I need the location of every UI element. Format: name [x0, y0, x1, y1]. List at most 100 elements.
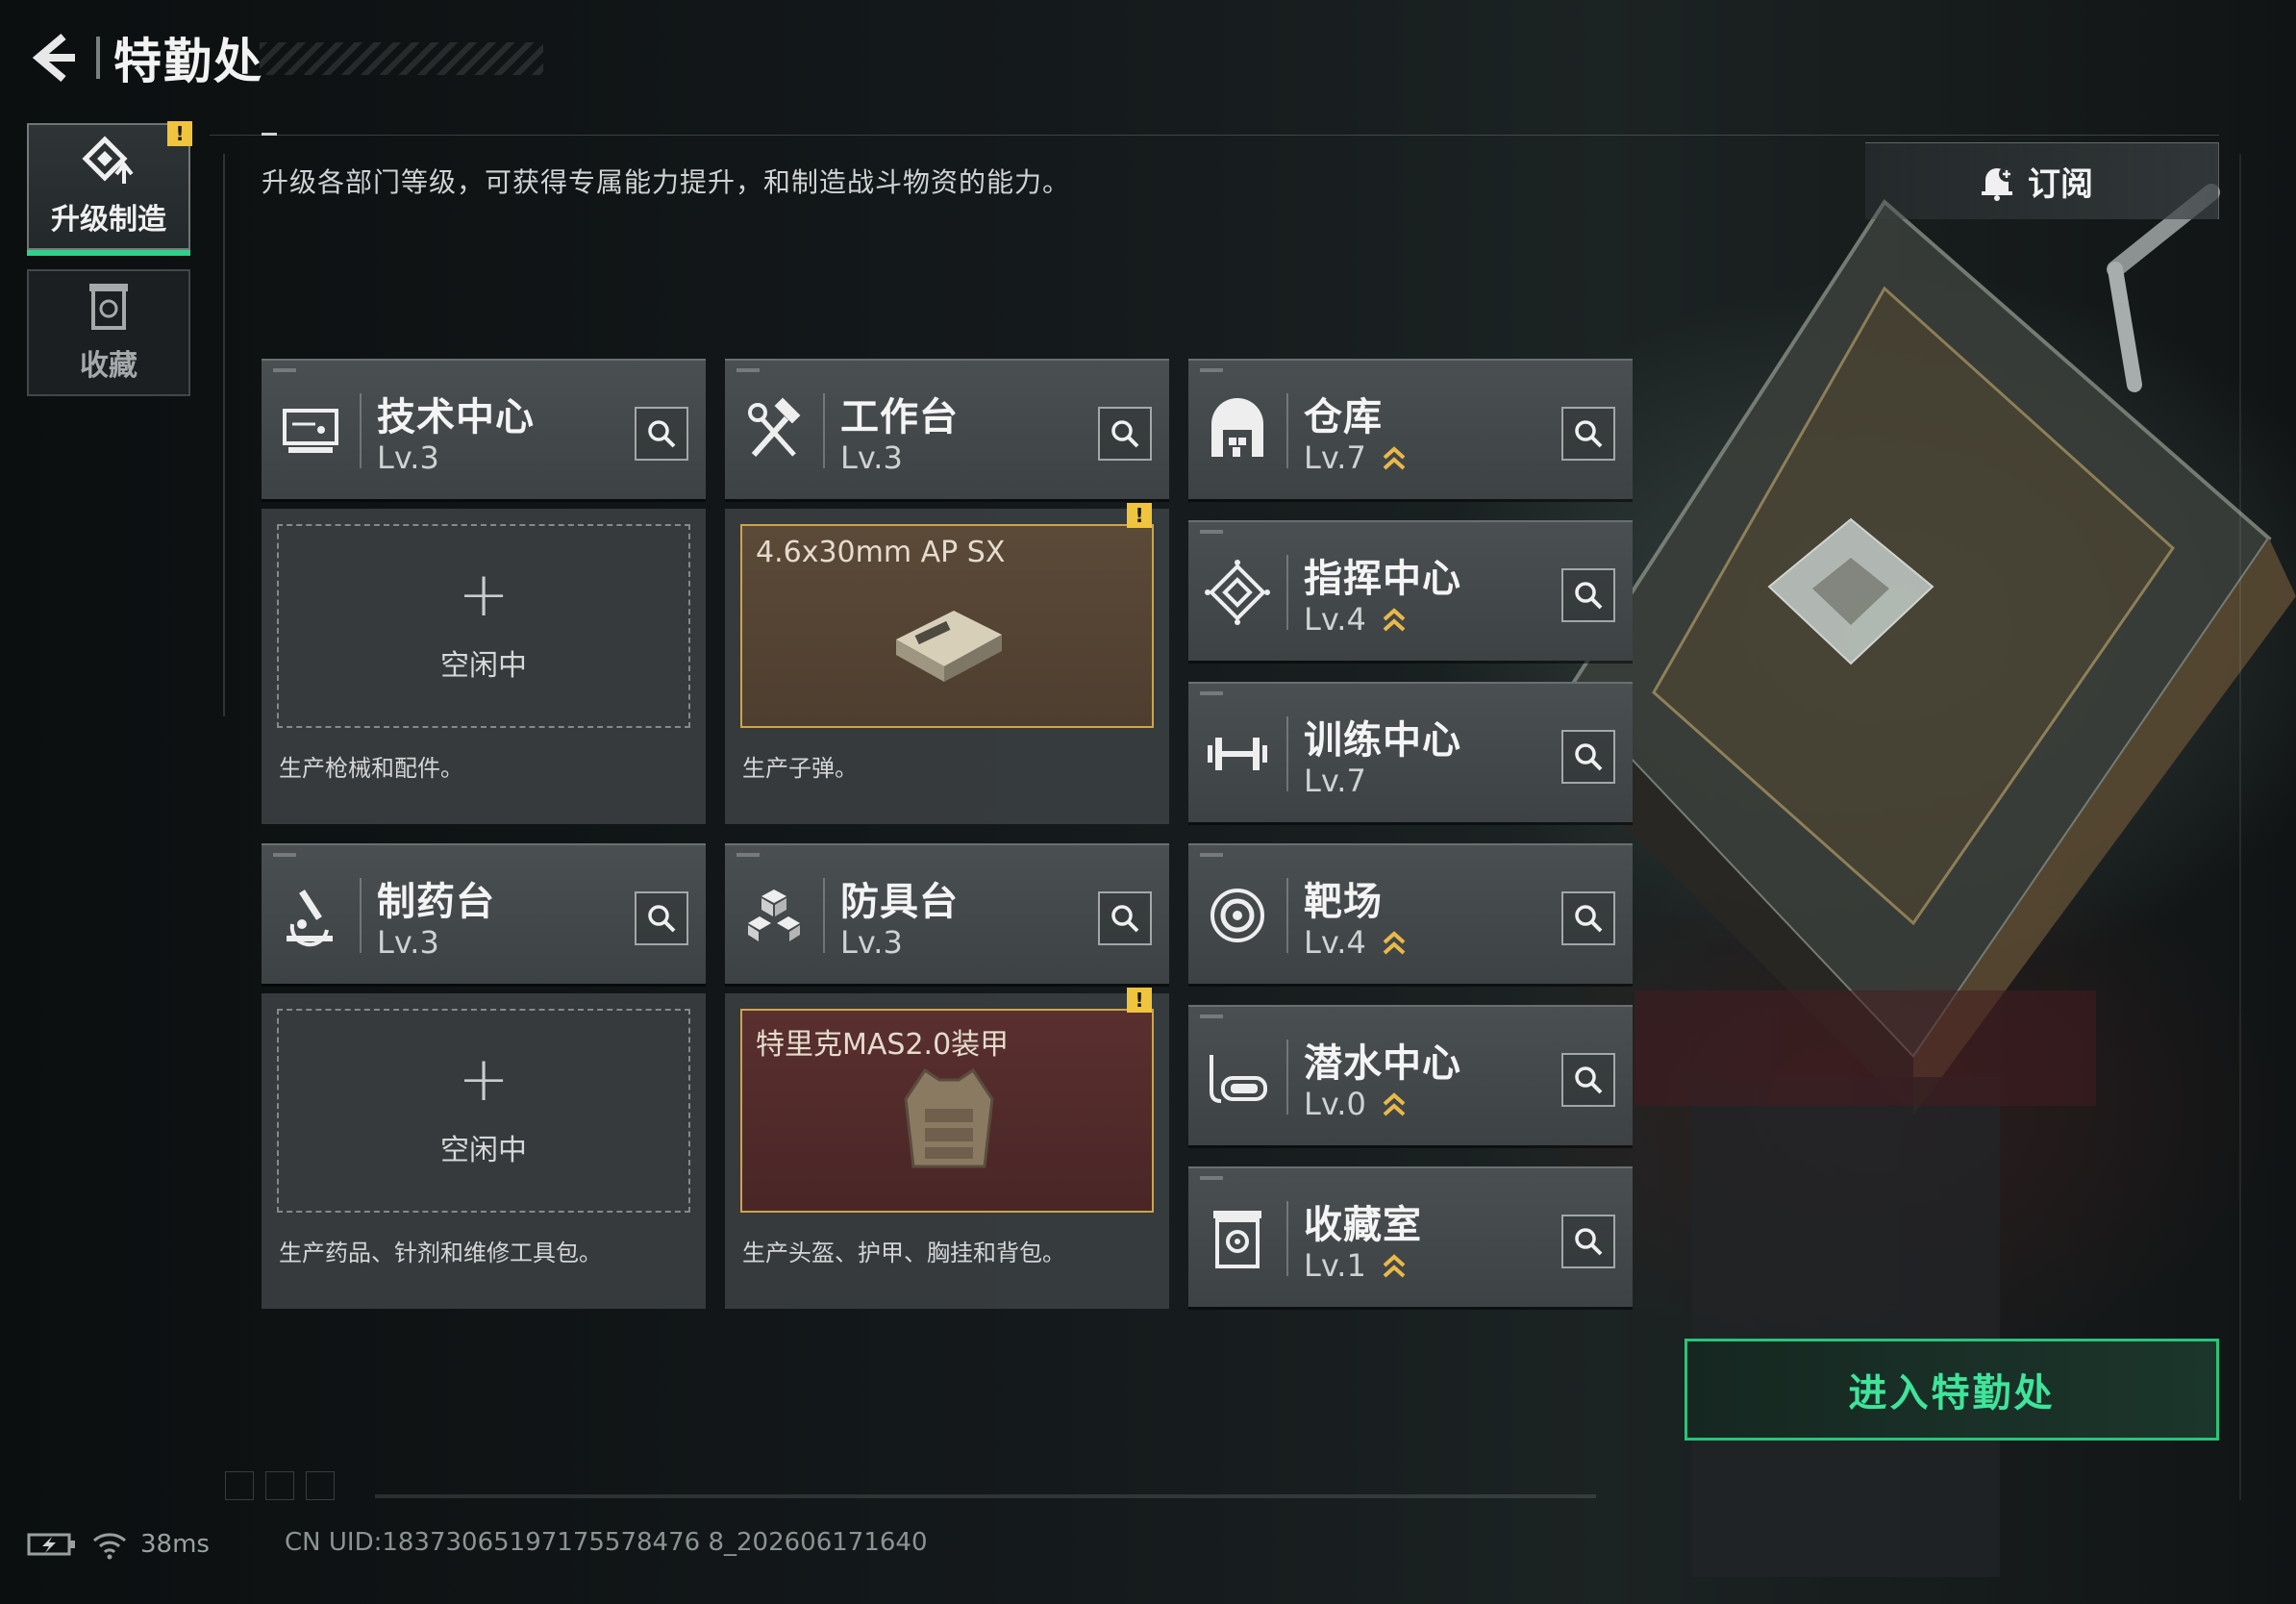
card-corner-mark: [273, 368, 296, 372]
target-icon: [1210, 889, 1264, 942]
facility-card-command-center[interactable]: 指挥中心 Lv.4: [1188, 520, 1633, 661]
card-corner-mark: [1200, 1176, 1223, 1180]
inspect-button[interactable]: [1098, 407, 1152, 461]
production-panel-tech-center: + 空闲中 生产枪械和配件。: [262, 509, 706, 824]
facility-level-row: Lv.4: [1304, 924, 1407, 961]
production-panel-workbench: 4.6x30mm AP SX ! 生产子弹。: [725, 503, 1169, 824]
facility-name: 防具台: [840, 880, 959, 924]
page-title: 特勤处: [113, 34, 263, 89]
facility-level: Lv.3: [840, 439, 903, 476]
cubes-icon: [748, 890, 800, 941]
search-icon: [1575, 582, 1603, 610]
inspect-button[interactable]: [635, 407, 688, 461]
production-slot-item[interactable]: 特里克MAS2.0装甲: [740, 1009, 1154, 1213]
inspect-button[interactable]: [1561, 1215, 1615, 1268]
production-panel-armor-bench: 特里克MAS2.0装甲 ! 生产头盔、护甲、胸挂和背包。: [725, 988, 1169, 1309]
facility-name: 训练中心: [1304, 718, 1461, 763]
facility-card-warehouse[interactable]: 仓库 Lv.7: [1188, 359, 1633, 499]
upgrade-arrows-icon: [1383, 446, 1406, 470]
enter-special-ops-button[interactable]: 进入特勤处: [1685, 1339, 2219, 1441]
facility-name: 指挥中心: [1304, 557, 1461, 601]
warning-badge: !: [1127, 988, 1152, 1013]
card-corner-mark: [1200, 530, 1223, 534]
page-description: 升级各部门等级，可获得专属能力提升，和制造战斗物资的能力。: [262, 166, 1071, 198]
production-slot-idle[interactable]: + 空闲中: [277, 1009, 690, 1213]
computer-icon: [283, 409, 338, 453]
facility-level-row: Lv.4: [1304, 601, 1407, 638]
subscribe-button[interactable]: 订阅: [1865, 142, 2219, 219]
facility-card-tech-center[interactable]: 技术中心 Lv.3: [262, 359, 706, 499]
production-slot-idle[interactable]: + 空闲中: [277, 524, 690, 728]
bell-plus-icon: [1982, 165, 2014, 201]
production-description: 生产子弹。: [742, 755, 858, 782]
facility-card-pharmacy[interactable]: 制药台 Lv.3: [262, 843, 706, 984]
card-divider: [823, 393, 825, 468]
facility-level: Lv.7: [1304, 439, 1366, 476]
inspect-button[interactable]: [1561, 891, 1615, 945]
facility-name: 仓库: [1304, 395, 1383, 439]
production-description: 生产头盔、护甲、胸挂和背包。: [742, 1240, 1065, 1266]
card-corner-mark: [273, 853, 296, 857]
facility-card-training-center[interactable]: 训练中心 Lv.7: [1188, 682, 1633, 822]
facility-level: Lv.3: [377, 439, 439, 476]
production-slot-item[interactable]: 4.6x30mm AP SX: [740, 524, 1154, 728]
facility-card-collection-room[interactable]: 收藏室 Lv.1: [1188, 1166, 1633, 1307]
inspect-button[interactable]: [1561, 730, 1615, 784]
tab-collection-label: 收藏: [80, 349, 137, 383]
card-divider: [1286, 1040, 1288, 1115]
inspect-button[interactable]: [1561, 1053, 1615, 1107]
search-icon: [1575, 905, 1603, 933]
inspect-button[interactable]: [635, 891, 688, 945]
facility-level: Lv.4: [1304, 924, 1366, 961]
item-name: 4.6x30mm AP SX: [756, 536, 1006, 569]
facility-name: 靶场: [1304, 880, 1383, 924]
inspect-button[interactable]: [1561, 568, 1615, 622]
tab-collection[interactable]: 收藏: [27, 269, 190, 396]
header-divider: [210, 135, 2219, 136]
facility-name: 制药台: [377, 880, 495, 924]
facility-name: 收藏室: [1304, 1203, 1422, 1247]
upgrade-icon: [82, 136, 134, 184]
facility-level: Lv.1: [1304, 1247, 1366, 1284]
enter-button-label: 进入特勤处: [1848, 1371, 2056, 1416]
facility-name: 技术中心: [377, 395, 535, 439]
search-icon: [648, 420, 676, 448]
collection-icon: [89, 284, 128, 330]
facility-level: Lv.3: [377, 924, 439, 961]
upgrade-arrows-icon: [1383, 1092, 1406, 1116]
card-divider: [1286, 716, 1288, 791]
add-icon: +: [458, 1044, 510, 1115]
production-description: 生产枪械和配件。: [279, 755, 463, 782]
status-bar: 38ms: [27, 1525, 210, 1564]
tab-upgrade-craft[interactable]: 升级制造 !: [27, 121, 192, 256]
facility-card-shooting-range[interactable]: 靶场 Lv.4: [1188, 843, 1633, 984]
facility-card-armor-bench[interactable]: 防具台 Lv.3: [725, 843, 1169, 984]
title-bar: 特勤处: [96, 29, 263, 89]
facility-level-row: Lv.1: [1304, 1247, 1407, 1284]
microscope-icon: [287, 890, 333, 947]
decor-square: [225, 1471, 254, 1500]
card-corner-mark: [1200, 691, 1223, 695]
card-divider: [360, 878, 362, 953]
back-button[interactable]: [27, 31, 81, 85]
tab-upgrade-craft-label: 升级制造: [51, 203, 166, 237]
facility-card-workbench[interactable]: 工作台 Lv.3: [725, 359, 1169, 499]
warehouse-icon: [1211, 398, 1263, 457]
collection-room-icon: [1213, 1211, 1261, 1268]
facility-level: Lv.3: [840, 924, 903, 961]
card-divider: [1286, 393, 1288, 468]
search-icon: [1111, 905, 1139, 933]
inspect-button[interactable]: [1561, 407, 1615, 461]
search-icon: [1111, 420, 1139, 448]
title-divider: [96, 37, 100, 79]
inspect-button[interactable]: [1098, 891, 1152, 945]
facility-card-diving-center[interactable]: 潜水中心 Lv.0: [1188, 1005, 1633, 1145]
subscribe-label: 订阅: [2028, 165, 2093, 204]
item-name: 特里克MAS2.0装甲: [756, 1028, 1010, 1062]
nav-divider: [223, 154, 225, 716]
facility-name: 工作台: [840, 395, 959, 439]
command-diamond-icon: [1205, 560, 1270, 625]
decor-square: [306, 1471, 335, 1500]
decor-square: [265, 1471, 294, 1500]
header-divider-tick: [262, 133, 277, 136]
